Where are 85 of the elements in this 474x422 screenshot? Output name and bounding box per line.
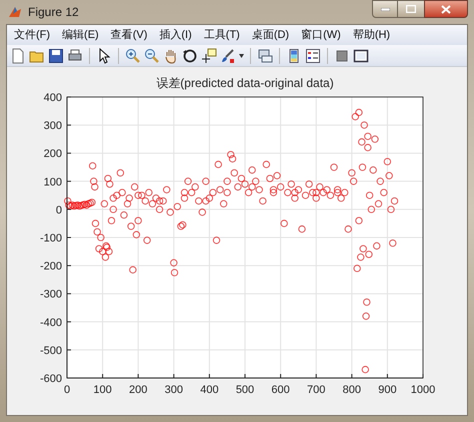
menu-item[interactable]: 工具(T) [198, 26, 245, 44]
data-point [262, 160, 270, 168]
data-point [380, 188, 388, 196]
data-point [355, 217, 363, 224]
zoom-out-icon[interactable] [144, 48, 160, 64]
rotate-icon[interactable] [182, 48, 198, 64]
brush-icon[interactable] [220, 48, 236, 64]
menu-item[interactable]: 文件(F) [9, 26, 56, 44]
data-point [116, 169, 124, 177]
y-tick-label: 200 [44, 148, 62, 160]
data-point [298, 225, 306, 233]
menu-item[interactable]: 插入(I) [154, 26, 197, 44]
data-point [280, 220, 288, 228]
data-point [214, 160, 222, 168]
data-cursor-icon[interactable] [201, 48, 217, 64]
x-tick-label: 200 [129, 384, 148, 396]
data-point [198, 208, 206, 216]
data-point [202, 178, 210, 185]
x-tick-label: 900 [378, 384, 397, 396]
data-point [120, 211, 128, 219]
y-tick-label: 300 [44, 120, 62, 132]
save-icon[interactable] [48, 48, 64, 64]
x-tick-label: 300 [164, 384, 183, 396]
menu-item[interactable]: 编辑(E) [57, 26, 104, 44]
close-button[interactable] [424, 0, 468, 18]
caret-icon[interactable] [239, 54, 244, 58]
data-point [362, 366, 369, 374]
x-tick-label: 700 [307, 384, 326, 396]
data-point [212, 236, 220, 244]
menu-item[interactable]: 帮助(H) [348, 26, 396, 44]
data-point [248, 166, 256, 174]
data-point [354, 264, 361, 272]
data-point [88, 162, 96, 170]
x-tick-label: 500 [236, 384, 254, 396]
square-icon[interactable] [334, 48, 350, 64]
minimize-icon [380, 8, 390, 10]
data-point [170, 268, 178, 276]
data-point [389, 239, 396, 247]
y-tick-label: 400 [44, 92, 62, 104]
data-point [170, 259, 178, 266]
print-icon[interactable] [67, 48, 83, 64]
data-point [363, 298, 370, 306]
data-point [330, 164, 338, 171]
y-tick-label: -600 [40, 373, 62, 385]
x-tick-label: 800 [342, 384, 361, 396]
maximize-icon [406, 5, 416, 13]
y-tick-label: -200 [40, 260, 62, 273]
data-point [259, 197, 266, 205]
y-tick-label: 100 [44, 176, 62, 188]
data-point [376, 178, 384, 185]
data-point [108, 217, 116, 224]
window-title: Figure 12 [28, 4, 79, 21]
maximize-button[interactable] [398, 0, 424, 18]
zoom-in-icon[interactable] [125, 48, 141, 64]
data-point [129, 266, 136, 274]
x-tick-label: 100 [93, 384, 112, 396]
window-icon[interactable] [353, 48, 369, 64]
data-point [384, 158, 392, 166]
x-tick-label: 1000 [410, 384, 436, 396]
data-point [360, 121, 368, 129]
data-point [163, 186, 170, 194]
close-icon [441, 4, 451, 14]
menu-item[interactable]: 窗口(W) [296, 26, 346, 44]
data-point [370, 166, 377, 174]
new-file-icon[interactable] [10, 48, 26, 64]
x-tick-label: 0 [64, 384, 70, 396]
minimize-button[interactable] [372, 0, 398, 18]
menu-item[interactable]: 桌面(D) [246, 26, 294, 44]
data-point [344, 225, 352, 233]
app-icon [8, 5, 22, 19]
data-point [358, 164, 366, 171]
menu-item[interactable]: 查看(V) [106, 26, 152, 44]
data-point [362, 312, 370, 320]
y-tick-label: -400 [40, 316, 62, 329]
y-tick-label: -500 [40, 344, 62, 357]
y-tick-label: 0 [56, 204, 62, 216]
x-tick-label: 600 [271, 384, 290, 396]
data-point [386, 172, 393, 180]
chart-title: 误差(predicted data-original data) [156, 76, 334, 90]
y-tick-label: -300 [40, 288, 62, 301]
y-tick-label: -100 [40, 232, 62, 244]
data-point [220, 200, 228, 208]
x-tick-label: 400 [200, 384, 219, 396]
data-point [143, 236, 151, 244]
legend-icon[interactable] [305, 48, 321, 64]
